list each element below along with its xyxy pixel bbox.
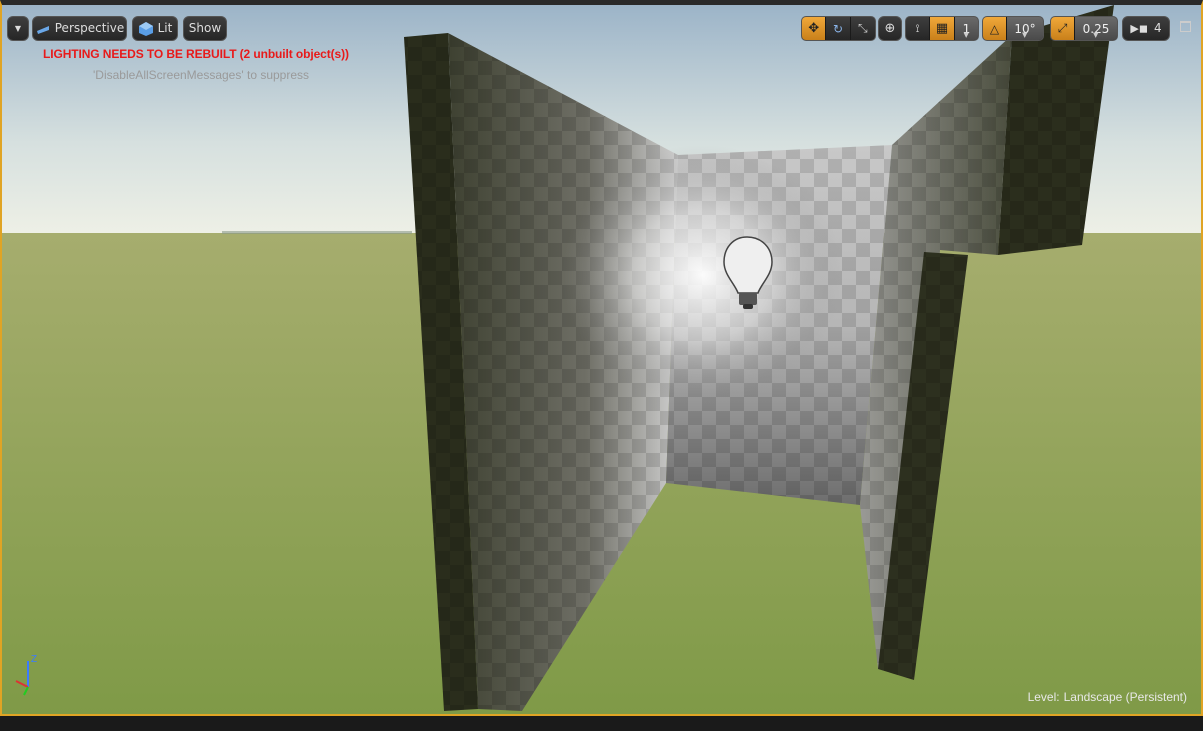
maximize-viewport-icon[interactable] — [1180, 21, 1191, 32]
grid-snap-toggle[interactable]: ▦ — [930, 17, 955, 40]
globe-icon: ⊕ — [884, 21, 896, 36]
rotation-snap-group: △ 10° ▼ — [982, 16, 1044, 41]
scale-snap-icon: ⤢ — [1057, 21, 1068, 35]
chevron-down-icon: ▼ — [963, 31, 969, 39]
move-arrows-icon: ✥ — [808, 21, 820, 36]
svg-text:Z: Z — [31, 654, 37, 665]
show-label: Show — [188, 21, 222, 35]
rotate-tool-button[interactable]: ↻ — [826, 17, 851, 40]
viewport-options-button[interactable]: ▼ — [7, 16, 29, 41]
view-mode-button[interactable]: Lit — [132, 16, 178, 41]
level-indicator: Level: Landscape (Persistent) — [1028, 690, 1187, 704]
scale-icon: ⤡ — [858, 21, 868, 35]
lighting-warning: LIGHTING NEEDS TO BE REBUILT (2 unbuilt … — [43, 47, 349, 61]
camera-speed-button[interactable]: ▶◼ 4 — [1122, 16, 1170, 41]
chevron-down-icon: ▼ — [14, 24, 22, 33]
surface-snap-button[interactable]: ⟟ — [906, 17, 930, 40]
scale-snap-group: ⤢ 0.25 ▼ — [1050, 16, 1118, 41]
rotation-snap-toggle[interactable]: △ — [983, 17, 1007, 40]
perspective-label: Perspective — [54, 21, 125, 35]
rotation-snap-value[interactable]: 10° ▼ — [1007, 17, 1043, 40]
scale-snap-value[interactable]: 0.25 ▼ — [1075, 17, 1117, 40]
scale-snap-toggle[interactable]: ⤢ — [1051, 17, 1075, 40]
level-label: Level: — [1027, 690, 1060, 704]
level-viewport[interactable]: Z ▼ Perspective Lit Show ✥ ↻ ⤡ ⊕ ⟟ ▦ 1 ▼… — [0, 0, 1203, 716]
scale-tool-button[interactable]: ⤡ — [851, 17, 875, 40]
grid-snap-group: ⟟ ▦ 1 ▼ — [905, 16, 979, 41]
translate-tool-button[interactable]: ✥ — [802, 17, 827, 40]
rotate-icon: ↻ — [832, 21, 844, 36]
chevron-down-icon: ▼ — [1022, 31, 1028, 39]
camera-icon: ▶◼ — [1130, 22, 1148, 35]
perspective-button[interactable]: Perspective — [32, 16, 127, 41]
grid-icon: ▦ — [935, 21, 949, 36]
grid-snap-value[interactable]: 1 ▼ — [955, 17, 978, 40]
scene-render[interactable]: Z — [2, 5, 1201, 714]
show-button[interactable]: Show — [183, 16, 227, 41]
perspective-icon — [35, 21, 51, 37]
chevron-down-icon: ▼ — [1093, 31, 1099, 39]
coordinate-space-button[interactable]: ⊕ — [878, 16, 902, 41]
level-name: Landscape (Persistent) — [1063, 690, 1187, 704]
lit-label: Lit — [157, 21, 173, 35]
lit-cube-icon — [138, 21, 154, 37]
surface-snap-icon: ⟟ — [915, 21, 920, 35]
angle-icon: △ — [989, 21, 1000, 36]
transform-tools-group: ✥ ↻ ⤡ — [801, 16, 876, 41]
suppress-hint: 'DisableAllScreenMessages' to suppress — [93, 68, 310, 82]
